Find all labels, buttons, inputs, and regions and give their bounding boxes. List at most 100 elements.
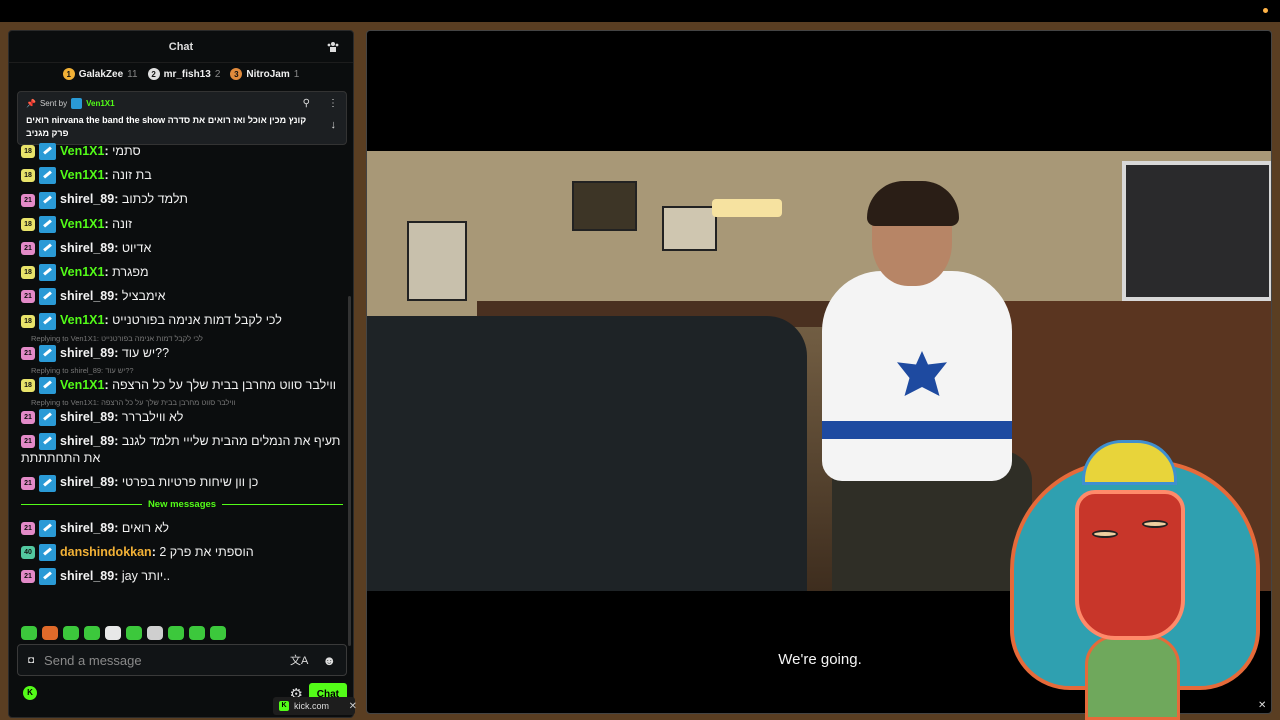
chat-title: Chat (168, 40, 194, 53)
emote-icon[interactable] (189, 626, 205, 640)
kick-logo-icon[interactable]: K (23, 686, 37, 700)
chat-username[interactable]: Ven1X1 (60, 313, 104, 327)
scene-chair (367, 316, 807, 591)
user-badge-icon (39, 288, 56, 306)
age-badge: 21 (21, 290, 35, 304)
separator: : (114, 289, 122, 304)
emote-icon[interactable] (21, 626, 37, 640)
pinned-text: קונץ מכין אוכל ואז רואים את סדרה nirvana… (26, 115, 307, 138)
chat-username[interactable]: Ven1X1 (60, 378, 104, 392)
chat-message: 18 Ven1X1: סתמי (21, 143, 343, 161)
scene-lamp (712, 199, 782, 217)
divider-line (222, 503, 343, 505)
chat-message: 21 shirel_89: לא ווילבררר (21, 409, 343, 427)
chat-text: יש עוד?? (121, 345, 170, 360)
separator: : (104, 377, 113, 392)
age-badge: 18 (21, 266, 35, 280)
chat-text: לא ווילבררר (121, 410, 184, 425)
chat-username[interactable]: Ven1X1 (60, 168, 104, 182)
emote-icon[interactable] (147, 626, 163, 640)
leaderboard-item[interactable]: 1 GalakZee 11 (62, 68, 138, 80)
reply-context[interactable]: Replying to Ven1X1: לכי לקבל דמות אנימה … (31, 334, 343, 343)
unpin-icon[interactable]: ⚲ (303, 98, 310, 109)
reply-context[interactable]: Replying to shirel_89: יש עוד?? (31, 366, 343, 375)
chat-username[interactable]: shirel_89 (60, 569, 114, 583)
emote-icon[interactable] (210, 626, 226, 640)
user-badge-icon (39, 312, 56, 330)
chat-message: 21 shirel_89: אדיוט (21, 240, 343, 258)
user-badge-icon (39, 433, 56, 451)
chat-username[interactable]: shirel_89 (60, 475, 114, 489)
emote-bar (21, 626, 226, 640)
chat-username[interactable]: shirel_89 (60, 410, 114, 424)
chat-username[interactable]: shirel_89 (60, 346, 114, 360)
emote-icon[interactable] (42, 626, 58, 640)
age-badge: 21 (21, 570, 35, 584)
url-tab[interactable]: K kick.com ✕ (273, 697, 357, 715)
emote-icon[interactable] (126, 626, 142, 640)
leader-count: 1 (293, 68, 300, 80)
leader-name: mr_fish13 (163, 68, 211, 80)
chat-text: הוספתי את פרק 2 (159, 544, 254, 559)
chat-text: ווילבר סווט מחרבן בבית שלך על כל הרצפה (112, 377, 336, 392)
separator: : (104, 168, 113, 183)
chat-message: 21 shirel_89: לא רואים (21, 519, 343, 537)
age-badge: 18 (21, 379, 35, 393)
chat-username[interactable]: shirel_89 (60, 192, 114, 206)
user-badge-icon (39, 519, 56, 537)
scene-picture (407, 221, 467, 301)
emote-icon[interactable] (105, 626, 121, 640)
emoji-icon[interactable]: ☻ (322, 653, 336, 668)
translate-icon[interactable]: 文A (290, 652, 308, 668)
more-options-icon[interactable]: ⋮ (328, 98, 338, 109)
close-icon[interactable]: ✕ (1258, 700, 1266, 711)
rank-badge: 2 (147, 68, 160, 80)
age-badge: 21 (21, 476, 35, 490)
separator: : (114, 475, 122, 490)
separator: : (114, 520, 122, 535)
pinned-header: 📌 Sent by Ven1X1 (26, 98, 338, 109)
user-badge-icon (39, 191, 56, 209)
chat-username[interactable]: shirel_89 (60, 241, 114, 255)
expand-arrow-icon[interactable]: ↓ (331, 119, 337, 131)
age-badge: 21 (21, 242, 35, 256)
pinned-user[interactable]: Ven1X1 (86, 99, 114, 108)
chat-text: אימבציל (121, 289, 166, 304)
age-badge: 18 (21, 145, 35, 159)
chat-message: 18 Ven1X1: ווילבר סווט מחרבן בבית שלך על … (21, 377, 343, 395)
chat-message: 21 shirel_89: כן וון שיחות פרטיות בפרטי (21, 474, 343, 492)
chat-text: כן וון שיחות פרטיות בפרטי (121, 475, 259, 490)
age-badge: 21 (21, 521, 35, 535)
chat-username[interactable]: shirel_89 (60, 434, 114, 448)
separator: : (104, 216, 113, 231)
chat-message: 21 shirel_89: תעיף את הנמלים מהבית שלייי … (21, 433, 343, 467)
avatar-eye (1092, 530, 1118, 538)
chat-scrollbar[interactable] (348, 296, 351, 646)
pinned-message: 📌 Sent by Ven1X1 קונץ מכין אוכל ואז רואי… (17, 91, 347, 145)
user-badge-icon (39, 215, 56, 233)
chat-username[interactable]: shirel_89 (60, 289, 114, 303)
separator: : (114, 569, 122, 584)
chat-username[interactable]: shirel_89 (60, 521, 114, 535)
user-badge-icon (39, 344, 56, 362)
message-input[interactable] (44, 652, 290, 668)
chat-panel: Chat 1 GalakZee 11 2 mr_fish13 2 3 Nitro… (8, 30, 354, 718)
chat-username[interactable]: Ven1X1 (60, 144, 104, 158)
emote-icon[interactable] (63, 626, 79, 640)
chat-username[interactable]: Ven1X1 (60, 217, 104, 231)
close-icon[interactable]: ✕ (349, 701, 357, 712)
reply-context[interactable]: Replying to Ven1X1: ווילבר סווט מחרבן בב… (31, 398, 343, 407)
leaderboard-item[interactable]: 2 mr_fish13 2 (147, 68, 220, 80)
users-icon[interactable] (327, 41, 339, 53)
leaderboard: 1 GalakZee 11 2 mr_fish13 2 3 NitroJam 1 (9, 63, 353, 85)
chat-username[interactable]: Ven1X1 (60, 265, 104, 279)
pin-icon: 📌 (26, 99, 36, 108)
rank-badge: 3 (230, 68, 243, 80)
browser-topbar (0, 0, 1280, 22)
chat-text: jay יותר.. (121, 569, 171, 584)
emote-icon[interactable] (84, 626, 100, 640)
leaderboard-item[interactable]: 3 NitroJam 1 (230, 68, 299, 80)
chat-username[interactable]: danshindokkan (60, 545, 152, 559)
age-badge: 21 (21, 193, 35, 207)
emote-icon[interactable] (168, 626, 184, 640)
